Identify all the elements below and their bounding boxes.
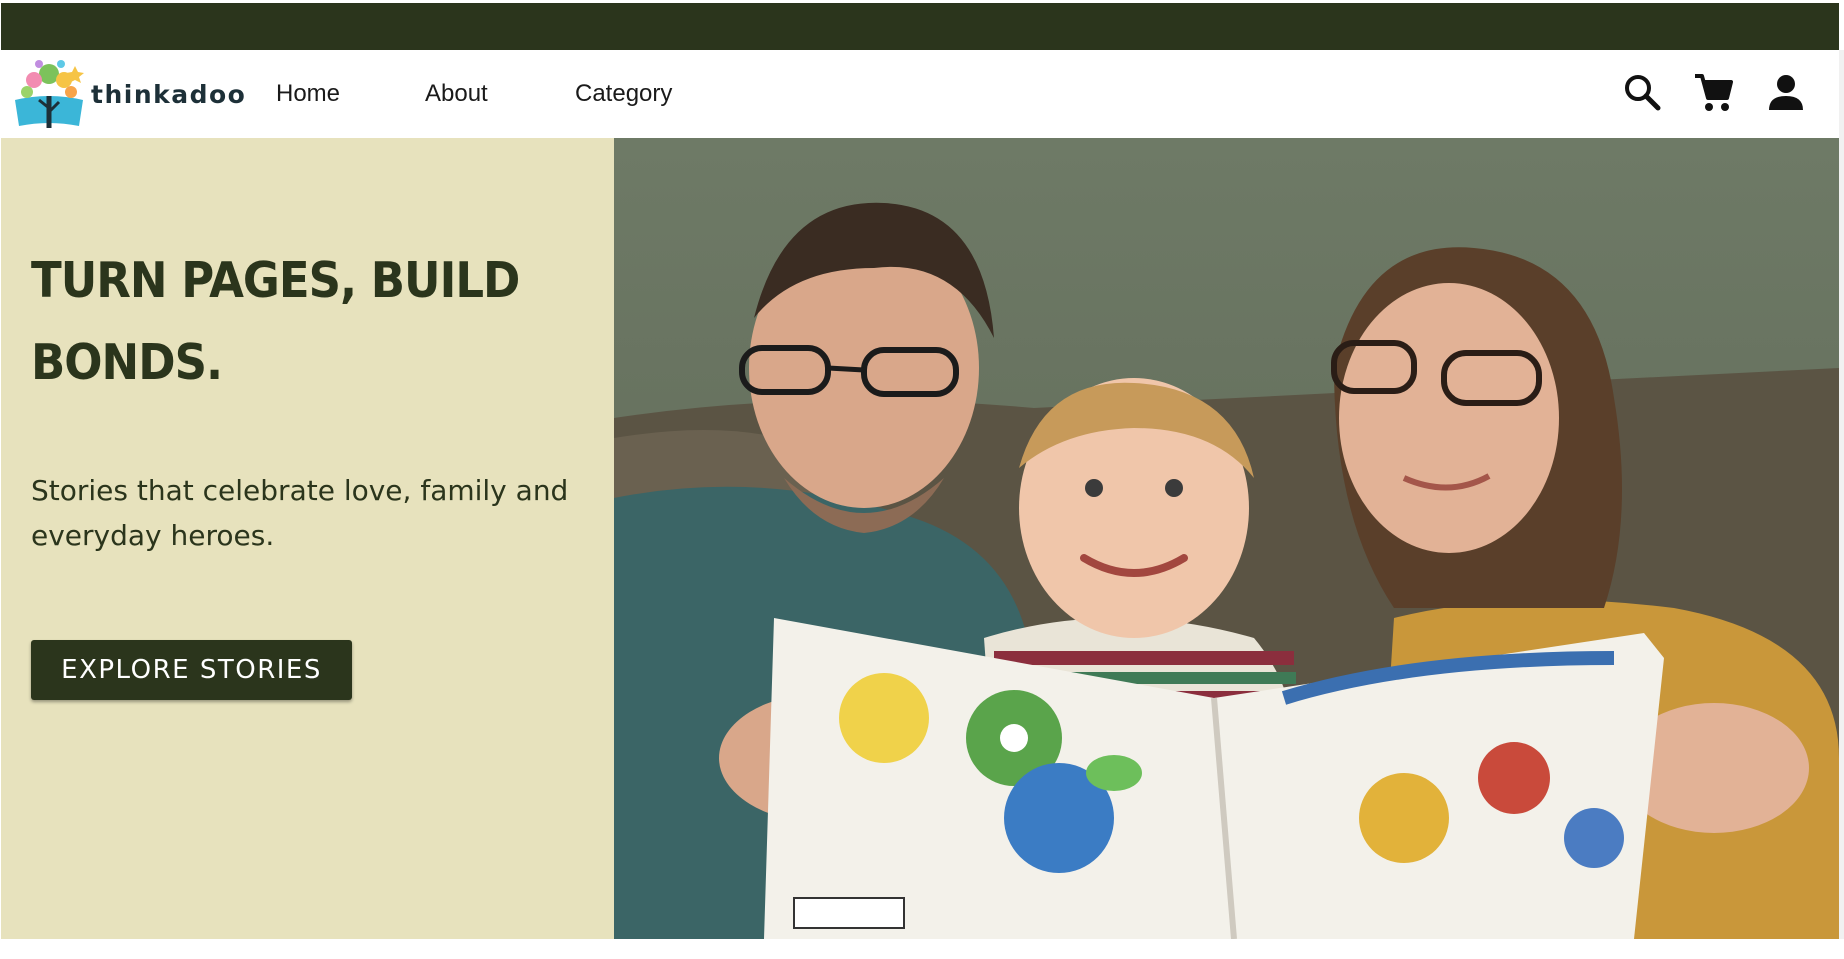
- scrollbar[interactable]: [1839, 50, 1844, 939]
- brand-name[interactable]: thinkadoo: [91, 80, 246, 109]
- user-icon[interactable]: [1764, 70, 1808, 114]
- nav-category-link[interactable]: Category: [575, 80, 672, 108]
- top-announcement-bar: [1, 3, 1839, 50]
- hero-image: [614, 138, 1839, 939]
- nav-about-link[interactable]: About: [425, 80, 488, 108]
- navbar: thinkadoo Home About Category: [1, 50, 1839, 138]
- hero-subtitle: Stories that celebrate love, family and …: [31, 474, 569, 552]
- hero-text-panel: TURN PAGES, BUILD BONDS. Stories that ce…: [1, 138, 614, 939]
- logo-icon[interactable]: [9, 56, 89, 130]
- cart-icon[interactable]: [1691, 70, 1735, 114]
- nav-home-link[interactable]: Home: [276, 80, 340, 108]
- explore-stories-button[interactable]: EXPLORE STORIES: [31, 640, 352, 700]
- search-icon[interactable]: [1620, 70, 1664, 114]
- hero-title: TURN PAGES, BUILD BONDS.: [31, 251, 520, 392]
